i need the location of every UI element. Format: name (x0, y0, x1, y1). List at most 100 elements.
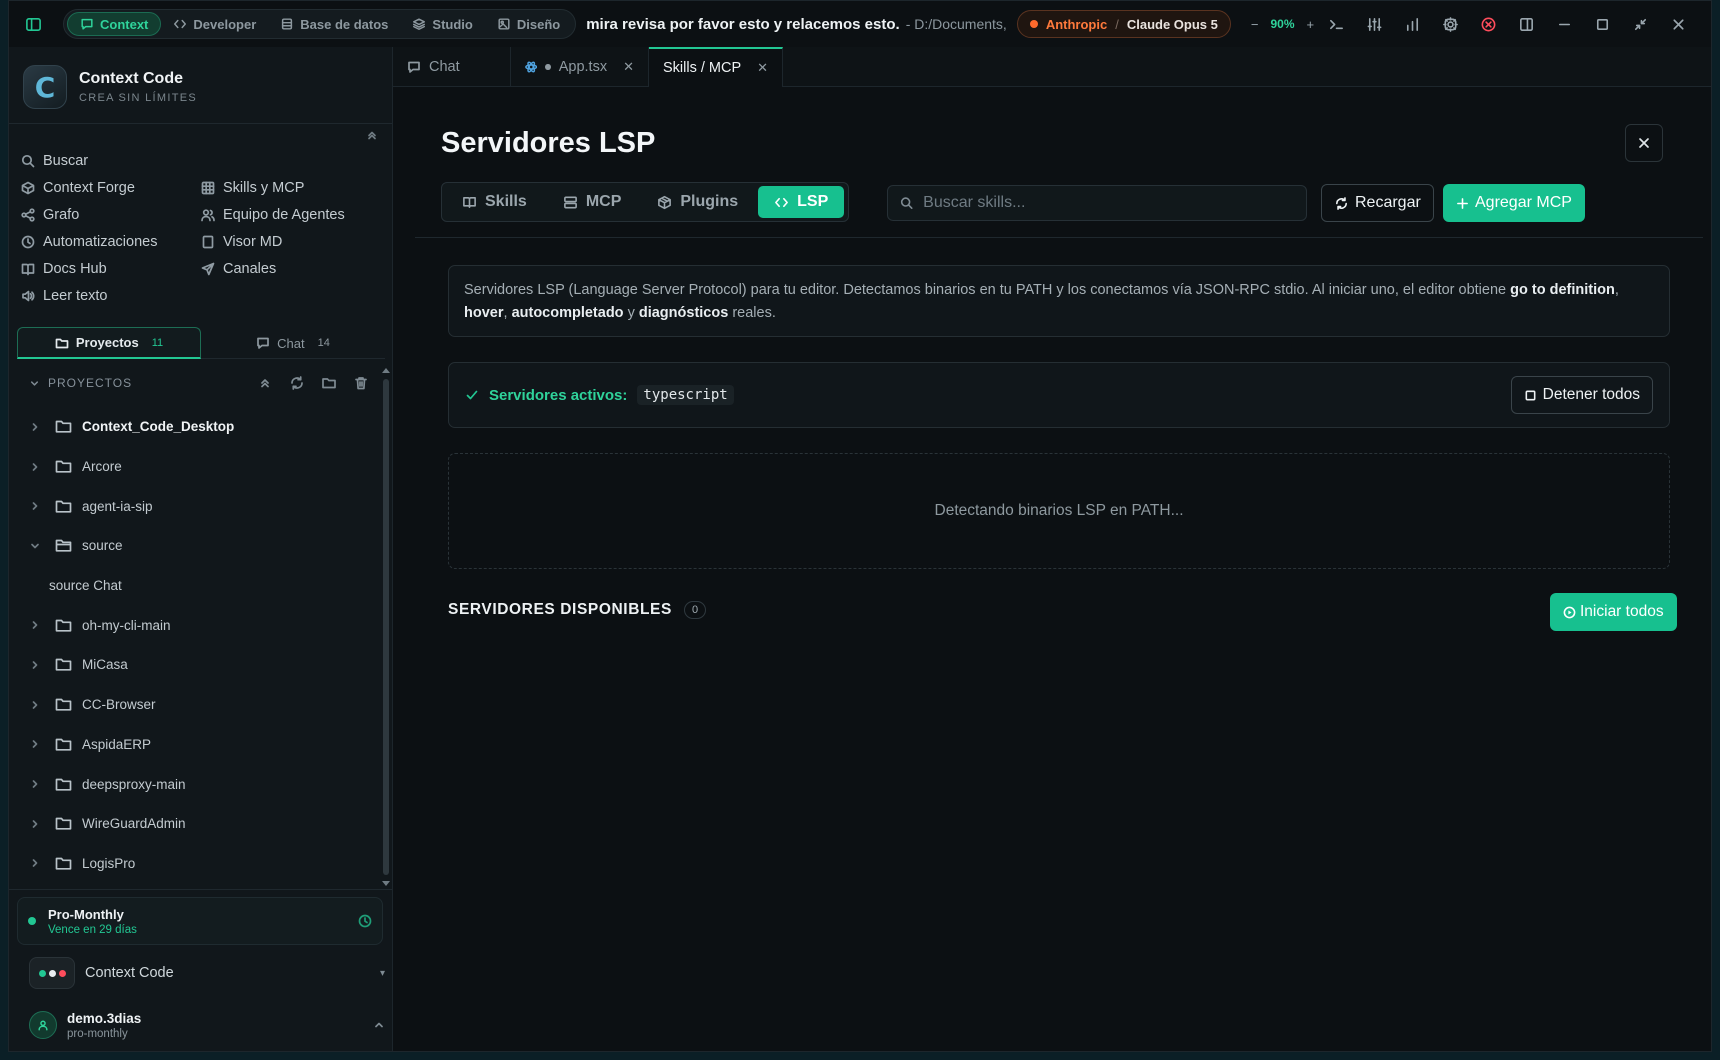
main-panel: Servidores LSP Skills MCP Plugins LSP Bu… (393, 87, 1711, 1051)
tab-lsp[interactable]: LSP (758, 186, 845, 218)
project-item[interactable]: oh-my-cli-main (29, 605, 374, 645)
scrollbar-thumb[interactable] (383, 379, 389, 875)
nav-context-forge[interactable]: Context Forge (21, 174, 201, 201)
maximize-icon[interactable] (1588, 10, 1616, 38)
nav-leer-texto[interactable]: Leer texto (21, 282, 211, 309)
chevron-right-icon[interactable] (29, 778, 47, 790)
chevron-right-icon[interactable] (29, 619, 47, 631)
split-panel-icon[interactable] (1512, 10, 1540, 38)
project-item[interactable]: Context_Code_Desktop (29, 407, 374, 447)
project-name: source (82, 538, 123, 554)
nav-buscar[interactable]: Buscar (21, 147, 211, 174)
tab-label: Chat (429, 59, 460, 75)
minimize-icon[interactable] (1550, 10, 1578, 38)
mode-database[interactable]: Base de datos (268, 12, 400, 36)
close-icon[interactable] (1664, 10, 1692, 38)
stop-circle-icon[interactable] (1474, 10, 1502, 38)
tab-close-icon[interactable]: ✕ (623, 59, 634, 75)
model-selector[interactable]: Anthropic / Claude Opus 5 (1016, 10, 1231, 38)
mode-context[interactable]: Context (67, 12, 162, 36)
info-emphasis: diagnósticos (638, 305, 729, 321)
nav-equipo-agentes[interactable]: Equipo de Agentes (201, 201, 381, 228)
brand-logo-letter: C (34, 70, 56, 104)
plan-card[interactable]: Pro-Monthly Vence en 29 días (17, 897, 383, 945)
folder-open-icon[interactable] (321, 375, 337, 391)
cube-icon (21, 181, 35, 194)
project-item[interactable]: WireGuardAdmin (29, 804, 374, 844)
project-item[interactable]: AspidaERP (29, 725, 374, 765)
reload-button[interactable]: Recargar (1321, 184, 1434, 222)
zoom-out-button[interactable]: − (1251, 17, 1259, 32)
project-chat-item[interactable]: source Chat (29, 566, 374, 606)
chevron-right-icon[interactable] (29, 699, 47, 711)
chevron-right-icon[interactable] (29, 818, 47, 830)
bar-chart-icon[interactable] (1398, 10, 1426, 38)
collapse-up-icon[interactable] (366, 129, 378, 141)
nav-canales[interactable]: Canales (201, 255, 381, 282)
project-name: WireGuardAdmin (82, 816, 186, 832)
trash-icon[interactable] (353, 375, 369, 391)
chevron-right-icon[interactable] (29, 738, 47, 750)
shrink-icon[interactable] (1626, 10, 1654, 38)
plus-icon (1457, 197, 1468, 209)
project-item[interactable]: MiCasa (29, 645, 374, 685)
nav-label: Leer texto (43, 287, 108, 304)
layers-icon (413, 18, 426, 30)
sliders-icon[interactable] (1360, 10, 1388, 38)
project-item[interactable]: agent-ia-sip (29, 486, 374, 526)
speaker-icon (22, 290, 35, 301)
close-panel-button[interactable] (1625, 124, 1663, 162)
project-name: oh-my-cli-main (82, 617, 171, 633)
chevron-down-icon[interactable] (29, 378, 40, 389)
project-name: agent-ia-sip (82, 498, 153, 514)
nav-docs-hub[interactable]: Docs Hub (21, 255, 201, 282)
tab-mcp[interactable]: MCP (547, 186, 638, 218)
chat-bubble-icon (81, 18, 93, 30)
tab-chat[interactable]: Chat (393, 47, 511, 87)
collapse-all-icon[interactable] (257, 375, 273, 391)
start-all-button[interactable]: Iniciar todos (1550, 593, 1677, 631)
tab-close-icon[interactable]: ✕ (757, 60, 768, 76)
file-icon (202, 235, 214, 248)
chevron-right-icon[interactable] (29, 421, 47, 433)
project-item[interactable]: CC-Browser (29, 685, 374, 725)
project-item[interactable]: Arcore (29, 447, 374, 487)
mode-developer[interactable]: Developer (161, 12, 268, 36)
user-menu[interactable]: demo.3dias pro-monthly (29, 1005, 385, 1045)
project-item[interactable]: source (29, 526, 374, 566)
refresh-icon[interactable] (289, 375, 305, 391)
nav-skills-mcp[interactable]: Skills y MCP (201, 174, 381, 201)
tab-skills-mcp[interactable]: Skills / MCP ✕ (649, 47, 784, 87)
tab-plugins[interactable]: Plugins (641, 186, 754, 218)
mode-design[interactable]: Diseño (485, 12, 572, 36)
tab-skills[interactable]: Skills (446, 186, 543, 218)
nav-visor-md[interactable]: Visor MD (201, 228, 381, 255)
users-icon (201, 208, 215, 221)
gear-icon[interactable] (1436, 10, 1464, 38)
search-input[interactable] (923, 194, 1294, 212)
plan-expiry: Vence en 29 días (48, 923, 137, 936)
mode-studio[interactable]: Studio (400, 12, 484, 36)
zoom-in-button[interactable]: + (1307, 17, 1315, 32)
chevron-down-icon[interactable] (29, 540, 47, 552)
tab-app-tsx[interactable]: App.tsx ✕ (511, 47, 649, 87)
project-item[interactable]: deepsproxy-main (29, 764, 374, 804)
chevron-right-icon[interactable] (29, 857, 47, 869)
chevron-right-icon[interactable] (29, 461, 47, 473)
nav-grafo[interactable]: Grafo (21, 201, 201, 228)
project-item[interactable]: LogisPro (29, 844, 374, 884)
stop-all-button[interactable]: Detener todos (1510, 376, 1653, 414)
sidebar-tabs: Proyectos 11 Chat 14 (17, 327, 385, 359)
sidebar-toggle-icon[interactable] (19, 10, 47, 38)
workspace-selector[interactable]: Context Code ▾ (29, 955, 385, 991)
chevron-right-icon[interactable] (29, 659, 47, 671)
projects-scrollbar[interactable] (382, 367, 390, 887)
terminal-icon[interactable] (1322, 10, 1350, 38)
add-mcp-button[interactable]: Agregar MCP (1443, 184, 1585, 222)
tab-proyectos[interactable]: Proyectos 11 (17, 327, 201, 359)
nav-automatizaciones[interactable]: Automatizaciones (21, 228, 201, 255)
chevron-right-icon[interactable] (29, 500, 47, 512)
avatar (29, 1011, 57, 1039)
tab-chat[interactable]: Chat 14 (201, 327, 385, 359)
chevron-up-icon[interactable] (373, 1019, 385, 1031)
